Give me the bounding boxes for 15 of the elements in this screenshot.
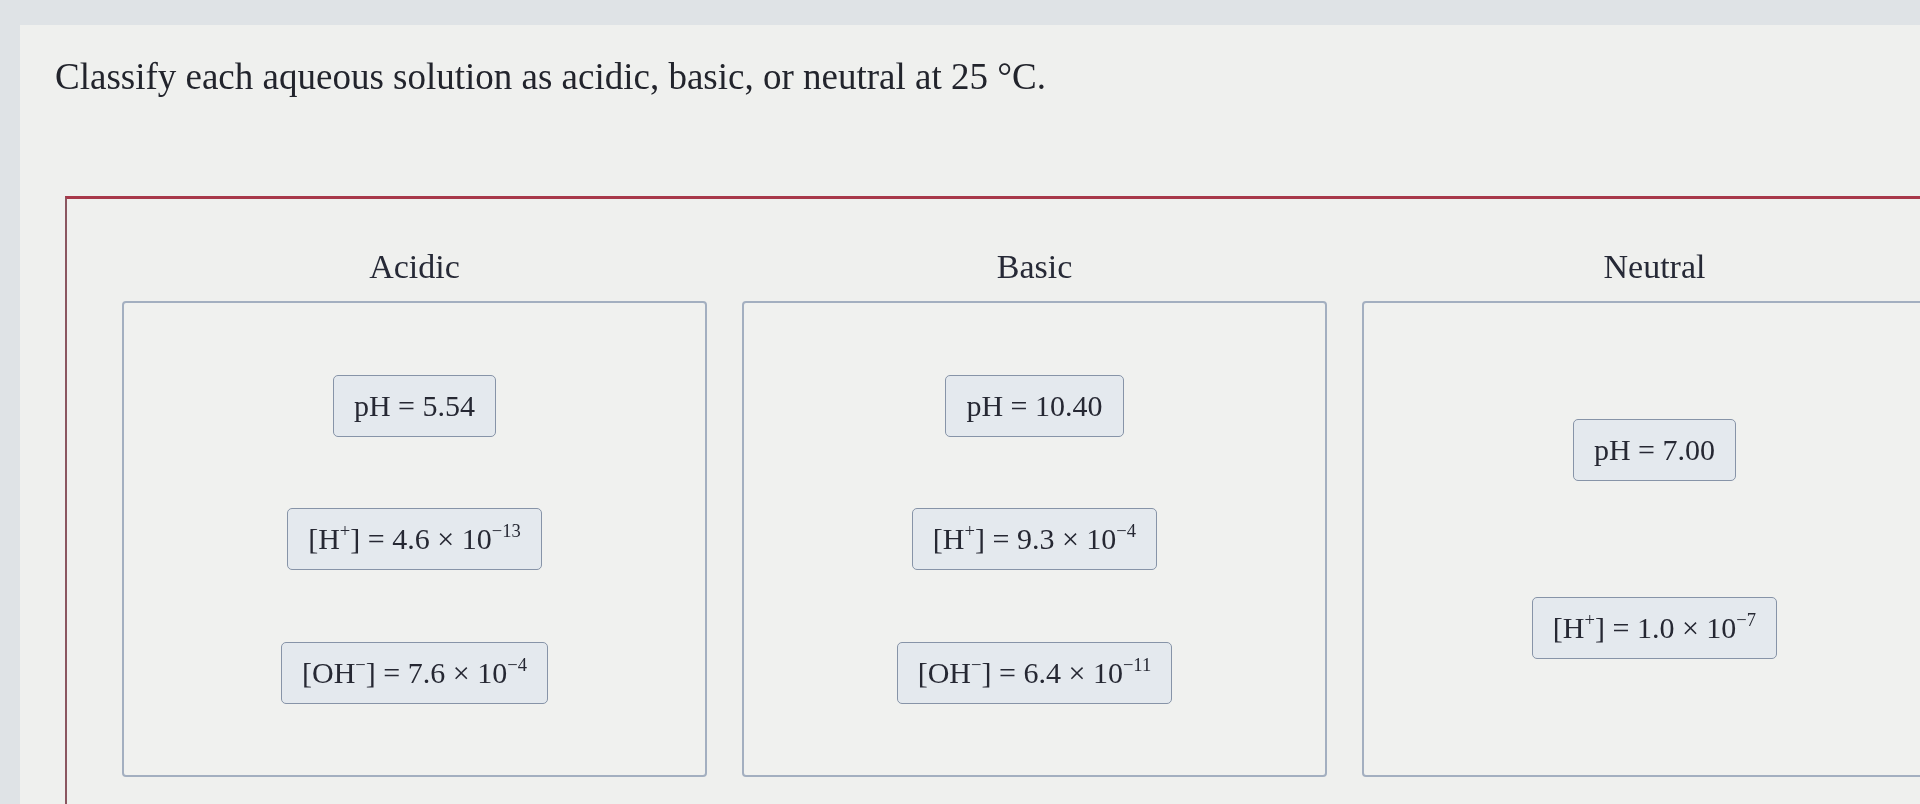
- category-label: Acidic: [369, 247, 460, 287]
- draggable-answer[interactable]: [H$^{+}$] = 4.6 × 10$^{−13}$: [287, 508, 542, 570]
- drop-zone[interactable]: pH = 10.40 [H$^{+}$] = 9.3 × 10$^{−4}$ [OH$^{−}$] = 6.4 × 10$^{−11}$: [742, 301, 1327, 777]
- category-label: Neutral: [1603, 247, 1706, 287]
- drop-zone[interactable]: pH = 7.00 [H$^{+}$] = 1.0 × 10$^{−7}$: [1362, 301, 1920, 777]
- draggable-answer[interactable]: [OH$^{−}$] = 6.4 × 10$^{−11}$: [896, 641, 1173, 704]
- draggable-answer[interactable]: [H$^{+}$] = 1.0 × 10$^{−7}$: [1531, 597, 1778, 659]
- draggable-answer[interactable]: [H$^{+}$] = 9.3 × 10$^{−4}$: [911, 508, 1158, 570]
- category-label: Basic: [996, 247, 1073, 287]
- drop-zone[interactable]: pH = 5.54 [H$^{+}$] = 4.6 × 10$^{−13}$ [OH$^{−}$] = 7.6 × 10$^{−4}$: [122, 301, 707, 777]
- question-text: Classify each aqueous solution as acidic, basic, or neutral at 25 °C.: [55, 55, 1046, 99]
- draggable-answer[interactable]: pH = 5.54: [332, 374, 497, 437]
- draggable-answer[interactable]: pH = 10.40: [945, 374, 1124, 437]
- draggable-answer[interactable]: pH = 7.00: [1572, 419, 1737, 481]
- draggable-answer[interactable]: [OH$^{−}$] = 7.6 × 10$^{−4}$: [281, 641, 548, 704]
